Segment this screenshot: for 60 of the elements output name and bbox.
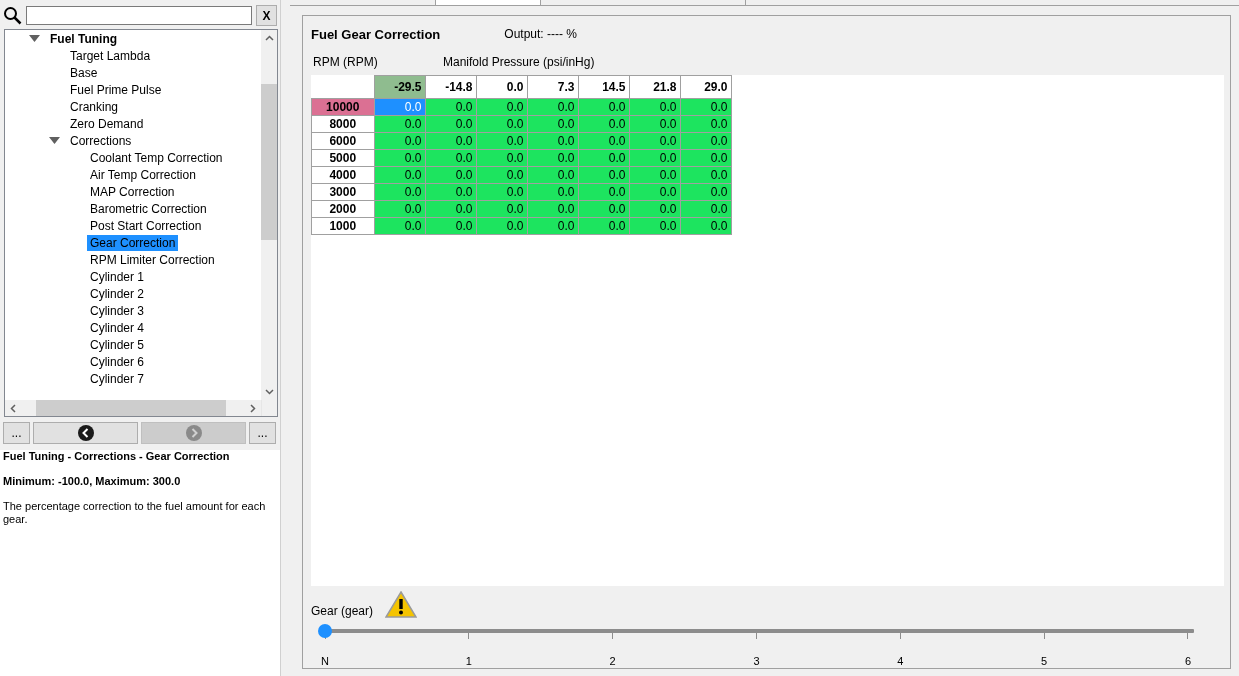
tree-item[interactable]: MAP Correction [87, 183, 178, 200]
tree-item[interactable]: Cylinder 6 [87, 353, 148, 370]
tree-item[interactable]: Target Lambda [67, 47, 154, 64]
tree-item[interactable]: Air Temp Correction [87, 166, 199, 183]
column-header[interactable]: 14.5 [578, 75, 629, 99]
more-button[interactable]: ... [3, 422, 30, 444]
search-field[interactable] [26, 6, 252, 25]
tree-item[interactable]: Coolant Temp Correction [87, 149, 226, 166]
more-button[interactable]: ... [249, 422, 276, 444]
tree-item[interactable]: Base [67, 64, 101, 81]
search-icon [3, 6, 22, 25]
help-path: Fuel Tuning - Corrections - Gear Correction [3, 450, 231, 462]
tree-item[interactable]: Cylinder 7 [87, 370, 148, 387]
tree-item[interactable]: Cylinder 3 [87, 302, 148, 319]
tick-label: 5 [1041, 655, 1048, 667]
slider-thumb[interactable] [318, 624, 332, 638]
tree-item[interactable]: Cylinder 2 [87, 285, 148, 302]
tree-item[interactable]: Post Start Correction [87, 217, 205, 234]
column-axis-label: Manifold Pressure (psi/inHg) [443, 55, 595, 71]
scroll-down-icon[interactable] [264, 387, 274, 396]
corner-cell [311, 75, 374, 99]
tree-item[interactable]: Gear Correction [87, 234, 179, 251]
column-header[interactable]: 0.0 [476, 75, 527, 99]
scroll-right-icon[interactable] [248, 403, 257, 413]
column-header[interactable]: 29.0 [680, 75, 731, 99]
slider-label: Gear (gear) [311, 604, 374, 618]
tree-item[interactable]: Barometric Correction [87, 200, 210, 217]
row-axis-label: RPM (RPM) [313, 55, 379, 71]
column-header[interactable]: 21.8 [629, 75, 680, 99]
tree-item[interactable]: Corrections [67, 132, 135, 149]
horizontal-scrollbar[interactable] [5, 400, 261, 416]
table-title: Fuel Gear Correction [311, 26, 441, 42]
column-header[interactable]: -14.8 [425, 75, 476, 99]
tree-item[interactable]: Zero Demand [67, 115, 147, 132]
tick-label: 3 [753, 655, 760, 667]
expanded-arrow-icon[interactable] [49, 136, 60, 145]
output-reading: Output: ---- % [504, 27, 577, 41]
tree-item[interactable]: Cylinder 1 [87, 268, 148, 285]
column-header[interactable]: 7.3 [527, 75, 578, 99]
tree-item[interactable]: RPM Limiter Correction [87, 251, 218, 268]
tick-label: 4 [897, 655, 904, 667]
scroll-left-icon[interactable] [9, 403, 18, 413]
tick-label: 6 [1184, 655, 1192, 667]
tick-label: 2 [609, 655, 616, 667]
tree-item[interactable]: Fuel Prime Pulse [67, 81, 165, 98]
help-description: The percentage correction to the fuel amount for each gear. [3, 500, 267, 526]
expanded-arrow-icon[interactable] [29, 34, 40, 43]
tree-item[interactable]: Cylinder 5 [87, 336, 148, 353]
tree-item[interactable]: Cylinder 4 [87, 319, 148, 336]
help-range: Minimum: -100.0, Maximum: 300.0 [3, 475, 182, 487]
tree-item[interactable]: Fuel Tuning [47, 30, 121, 47]
back-button[interactable] [33, 422, 138, 444]
scroll-up-icon[interactable] [264, 34, 274, 43]
scrollbar-corner [261, 400, 277, 416]
tree-item[interactable]: Cranking [67, 98, 122, 115]
clear-button[interactable]: X [256, 5, 277, 26]
tick-label: 1 [465, 655, 472, 667]
column-header[interactable]: -29.5 [374, 75, 425, 99]
vertical-scrollbar[interactable] [261, 30, 277, 400]
tick-label: N [321, 655, 329, 667]
